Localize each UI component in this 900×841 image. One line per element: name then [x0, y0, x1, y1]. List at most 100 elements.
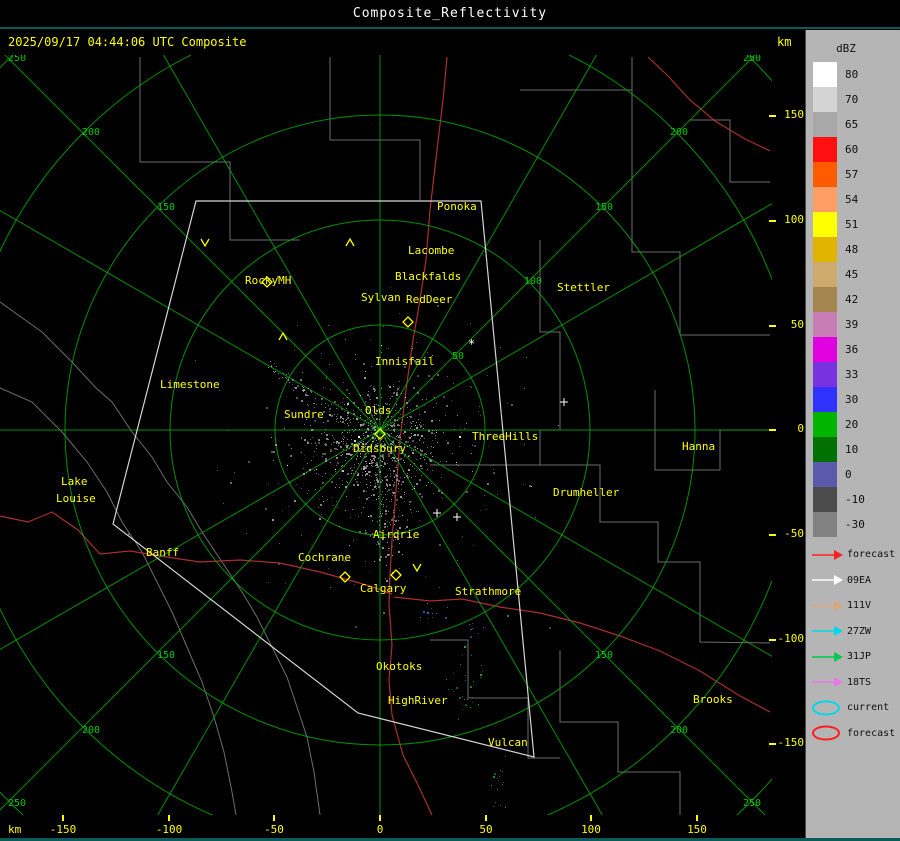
- radar-echo: [382, 461, 383, 462]
- radar-echo: [404, 494, 405, 495]
- radar-echo: [427, 603, 428, 604]
- radar-echo: [408, 469, 410, 471]
- bottom-axis-tick: [590, 815, 592, 821]
- radar-echo: [338, 404, 339, 405]
- radar-echo: [426, 454, 427, 455]
- radar-echo: [386, 565, 387, 566]
- radar-echo: [303, 473, 305, 475]
- radar-echo: [288, 373, 289, 374]
- radar-echo: [350, 517, 351, 518]
- radar-echo: [394, 460, 396, 462]
- radar-echo: [417, 375, 419, 377]
- radar-echo: [398, 491, 399, 492]
- radar-echo: [268, 367, 269, 368]
- radar-echo: [420, 450, 421, 451]
- radar-echo: [386, 483, 387, 484]
- radar-echo: [370, 386, 371, 387]
- radar-echo: [368, 497, 369, 498]
- radar-echo: [325, 407, 326, 408]
- radar-echo: [343, 418, 344, 419]
- radar-echo: [399, 313, 400, 314]
- radar-echo: [386, 479, 388, 481]
- radar-echo: [400, 458, 402, 460]
- radar-echo: [302, 386, 303, 387]
- dbz-scale-block: [813, 262, 837, 287]
- timestamp: 2025/09/17 04:44:06 UTC Composite: [8, 35, 247, 49]
- radar-echo: [407, 473, 408, 474]
- radar-echo: [381, 397, 382, 398]
- radar-echo: [340, 455, 341, 456]
- radar-echo: [411, 477, 412, 478]
- radar-echo: [350, 454, 352, 456]
- radar-echo: [456, 462, 457, 463]
- radar-echo: [324, 444, 325, 445]
- radar-echo: [441, 492, 443, 494]
- radar-echo: [394, 516, 395, 517]
- radar-echo: [432, 430, 433, 431]
- radar-echo: [358, 473, 359, 474]
- radar-echo: [371, 432, 372, 433]
- radar-echo: [387, 486, 388, 487]
- radar-echo: [324, 453, 326, 455]
- radar-echo: [467, 699, 468, 700]
- range-label: 200: [670, 127, 688, 138]
- radar-echo: [369, 396, 370, 397]
- radar-echo: [432, 440, 433, 441]
- radar-map[interactable]: 250 200 150 250 200 150 100 50 150 200 250 150 200 25…: [0, 55, 772, 815]
- radar-echo: [399, 387, 400, 388]
- radar-echo: [360, 417, 361, 418]
- radar-echo: [377, 474, 378, 475]
- radar-echo: [356, 458, 357, 459]
- right-axis-label: 100: [784, 213, 804, 226]
- radar-echo: [351, 458, 352, 459]
- radar-echo: [370, 482, 371, 483]
- radar-echo: [378, 458, 379, 459]
- radar-echo: [303, 391, 304, 392]
- radar-echo: [411, 423, 412, 424]
- radar-echo: [410, 409, 411, 410]
- radar-echo: [418, 511, 419, 512]
- radar-echo: [394, 517, 395, 518]
- radar-echo: [297, 325, 298, 326]
- radar-echo: [502, 771, 503, 772]
- radar-echo: [327, 420, 329, 422]
- radar-echo: [331, 481, 333, 483]
- radar-echo: [323, 387, 324, 388]
- radar-echo: [414, 468, 415, 469]
- radar-echo: [374, 423, 375, 424]
- radar-echo: [410, 464, 411, 465]
- radar-echo: [363, 435, 364, 436]
- radar-echo: [230, 482, 232, 484]
- radar-echo: [327, 499, 328, 500]
- radar-echo: [377, 541, 379, 543]
- radar-echo: [307, 395, 308, 396]
- dbz-scale-block: [813, 87, 837, 112]
- dbz-scale-value: 70: [845, 93, 859, 106]
- radar-echo: [346, 496, 347, 497]
- radar-echo: [366, 465, 368, 467]
- radar-echo: [407, 520, 408, 521]
- city-label: RockyMH: [245, 274, 291, 287]
- range-label: 150: [157, 202, 175, 213]
- radar-echo: [348, 425, 349, 426]
- radar-echo: [301, 452, 302, 453]
- radar-echo: [301, 438, 302, 439]
- radar-echo: [393, 429, 395, 431]
- legend-label: 09EA: [847, 574, 872, 586]
- radar-echo: [347, 445, 348, 446]
- radar-echo: [354, 464, 355, 465]
- radar-echo: [336, 484, 337, 485]
- radar-echo: [426, 463, 427, 464]
- radar-echo: [393, 492, 395, 494]
- radar-echo: [487, 375, 488, 376]
- radar-echo: [372, 489, 373, 490]
- radar-echo: [386, 499, 387, 500]
- radar-echo: [497, 778, 498, 779]
- radar-echo: [342, 480, 343, 481]
- radar-echo: [448, 689, 449, 690]
- radar-echo: [399, 568, 400, 569]
- radar-echo: [369, 475, 370, 476]
- radar-echo: [407, 441, 409, 443]
- radar-echo: [394, 520, 395, 521]
- radar-echo: [381, 465, 382, 466]
